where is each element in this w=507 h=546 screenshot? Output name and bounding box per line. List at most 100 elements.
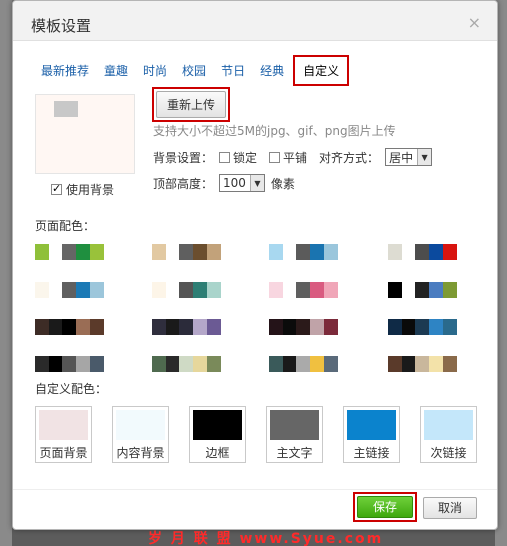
tile-label: 平铺	[283, 150, 308, 165]
palette-swatch	[388, 244, 402, 260]
palette-swatch	[35, 356, 49, 372]
palette-swatch	[90, 319, 104, 335]
palette-swatch	[166, 244, 179, 260]
palette-option[interactable]	[388, 319, 457, 335]
palette-swatch	[269, 319, 283, 335]
background-settings-row: 背景设置： 锁定 平铺 对齐方式： 居中 ▼	[153, 148, 433, 166]
checkbox-checked-icon[interactable]	[51, 182, 62, 195]
palette-option[interactable]	[269, 244, 338, 260]
background-left-strip	[0, 0, 12, 546]
palette-swatch	[49, 356, 62, 372]
custom-color-main-text[interactable]: 主文字	[266, 406, 323, 463]
palette-option[interactable]	[152, 282, 221, 298]
palette-swatch	[62, 356, 76, 372]
palette-swatch	[179, 244, 193, 260]
tab-classic[interactable]: 经典	[260, 62, 284, 79]
tile-option[interactable]: 平铺	[269, 149, 307, 166]
palette-swatch	[324, 282, 338, 298]
palette-swatch	[166, 356, 179, 372]
palette-swatch	[429, 282, 443, 298]
palette-option[interactable]	[388, 282, 457, 298]
palette-swatch	[76, 244, 90, 260]
palette-swatch	[388, 282, 402, 298]
top-height-label: 顶部高度：	[153, 176, 214, 191]
palette-option[interactable]	[152, 356, 221, 372]
save-button[interactable]: 保存	[357, 496, 413, 518]
tile-checkbox[interactable]	[269, 151, 281, 163]
palette-swatch	[388, 356, 402, 372]
palette-swatch	[415, 319, 429, 335]
palette-swatch	[90, 244, 104, 260]
palette-section-label: 页面配色：	[35, 219, 96, 233]
palette-swatch	[269, 356, 283, 372]
custom-color-label: 内容背景	[116, 446, 165, 460]
palette-option[interactable]	[269, 356, 338, 372]
lock-option[interactable]: 锁定	[219, 149, 257, 166]
palette-swatch	[166, 282, 179, 298]
lock-checkbox[interactable]	[219, 151, 231, 163]
tab-fashion[interactable]: 时尚	[143, 62, 167, 79]
dialog-title: 模板设置	[31, 17, 92, 35]
palette-option[interactable]	[35, 356, 104, 372]
custom-color-content-bg[interactable]: 内容背景	[112, 406, 169, 463]
custom-color-label: 主链接	[353, 446, 390, 460]
palette-swatch	[443, 244, 457, 260]
top-height-select[interactable]: 100 ▼	[219, 174, 265, 192]
palette-swatch	[310, 244, 324, 260]
cancel-button[interactable]: 取消	[423, 497, 477, 519]
palette-option[interactable]	[388, 244, 457, 260]
align-select[interactable]: 居中 ▼	[385, 148, 433, 166]
close-icon[interactable]: ×	[468, 15, 481, 31]
palette-swatch	[269, 282, 283, 298]
custom-color-main-link[interactable]: 主链接	[343, 406, 400, 463]
tab-campus[interactable]: 校园	[182, 62, 206, 79]
palette-swatch	[179, 282, 193, 298]
watermark: 岁 月 联 盟 www.Syue.com	[148, 531, 384, 546]
tab-custom[interactable]: 自定义	[293, 55, 350, 86]
chevron-down-icon: ▼	[249, 175, 264, 191]
chevron-down-icon: ▼	[417, 149, 432, 165]
palette-swatch	[62, 282, 76, 298]
align-label: 对齐方式：	[319, 150, 380, 165]
palette-option[interactable]	[35, 282, 104, 298]
palette-swatch	[62, 244, 76, 260]
palette-option[interactable]	[35, 319, 104, 335]
custom-color-secondary-link[interactable]: 次链接	[420, 406, 477, 463]
palette-option[interactable]	[269, 282, 338, 298]
palette-swatch	[296, 319, 310, 335]
palette-swatch	[207, 282, 221, 298]
tab-kids[interactable]: 童趣	[104, 62, 128, 79]
palette-swatch	[49, 319, 62, 335]
preview-thumbnail	[54, 101, 78, 117]
custom-color-page-bg[interactable]: 页面背景	[35, 406, 92, 463]
template-tabs: 最新推荐 童趣 时尚 校园 节日 经典 自定义	[41, 55, 364, 86]
palette-option[interactable]	[152, 244, 221, 260]
palette-option[interactable]	[35, 244, 104, 260]
palette-swatch	[49, 244, 62, 260]
palette-swatch	[324, 356, 338, 372]
palette-option[interactable]	[388, 356, 457, 372]
palette-swatch	[35, 282, 49, 298]
custom-color-label: 主文字	[276, 446, 313, 460]
palette-swatch	[207, 319, 221, 335]
reupload-button[interactable]: 重新上传	[156, 91, 227, 118]
custom-section-label: 自定义配色：	[35, 382, 108, 396]
custom-color-border[interactable]: 边框	[189, 406, 246, 463]
palette-swatch	[296, 282, 310, 298]
palette-option[interactable]	[152, 319, 221, 335]
palette-swatch	[62, 319, 76, 335]
use-background-checkbox[interactable]: 使用背景	[51, 181, 114, 198]
tab-latest[interactable]: 最新推荐	[41, 62, 89, 79]
color-swatch	[347, 410, 396, 440]
tab-holiday[interactable]: 节日	[221, 62, 245, 79]
palette-swatch	[152, 244, 166, 260]
color-swatch	[39, 410, 88, 440]
palette-swatch	[415, 282, 429, 298]
palette-option[interactable]	[269, 319, 338, 335]
palette-swatch	[415, 244, 429, 260]
palette-swatch	[402, 282, 415, 298]
pixel-unit-label: 像素	[270, 176, 295, 191]
palette-swatch	[443, 282, 457, 298]
palette-swatch	[90, 356, 104, 372]
palette-swatch	[90, 282, 104, 298]
